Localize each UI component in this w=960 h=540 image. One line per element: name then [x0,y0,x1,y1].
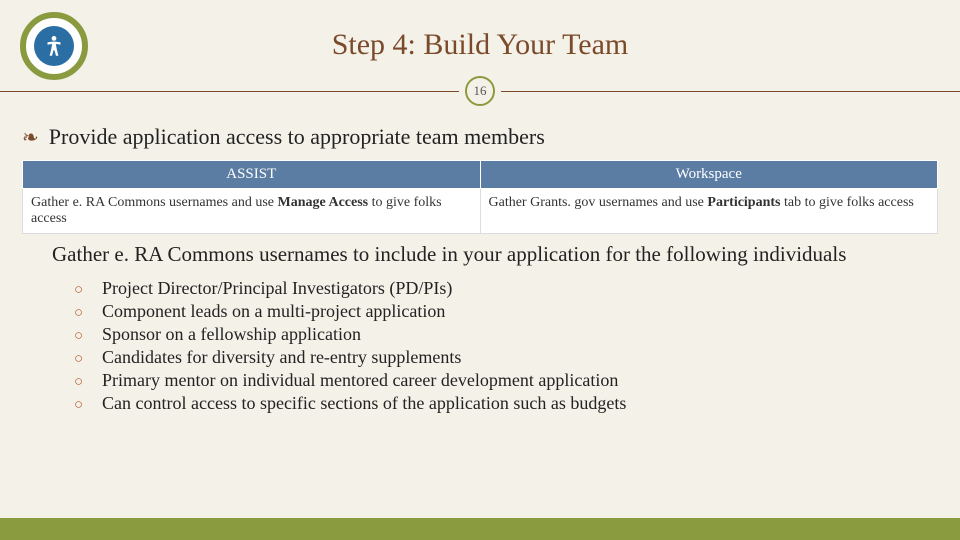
list-item: Can control access to specific sections … [74,392,938,415]
roles-list: Project Director/Principal Investigators… [74,277,938,415]
comparison-table: ASSIST Workspace Gather e. RA Commons us… [22,160,938,234]
table-header-assist: ASSIST [23,161,481,189]
list-item: Project Director/Principal Investigators… [74,277,938,300]
list-item: Sponsor on a fellowship application [74,323,938,346]
accessibility-icon [20,12,88,80]
footer-bar [0,518,960,540]
table-row: Gather e. RA Commons usernames and use M… [23,189,938,234]
person-icon [34,26,74,66]
table-cell-workspace: Gather Grants. gov usernames and use Par… [480,189,938,234]
list-item: Candidates for diversity and re-entry su… [74,346,938,369]
slide-title: Step 4: Build Your Team [0,0,960,62]
divider: 16 [0,76,960,106]
table-header-workspace: Workspace [480,161,938,189]
page-number-badge: 16 [465,76,495,106]
main-bullet: Provide application access to appropriat… [22,124,938,150]
table-cell-assist: Gather e. RA Commons usernames and use M… [23,189,481,234]
sub-heading: Gather e. RA Commons usernames to includ… [52,242,938,267]
list-item: Primary mentor on individual mentored ca… [74,369,938,392]
list-item: Component leads on a multi-project appli… [74,300,938,323]
